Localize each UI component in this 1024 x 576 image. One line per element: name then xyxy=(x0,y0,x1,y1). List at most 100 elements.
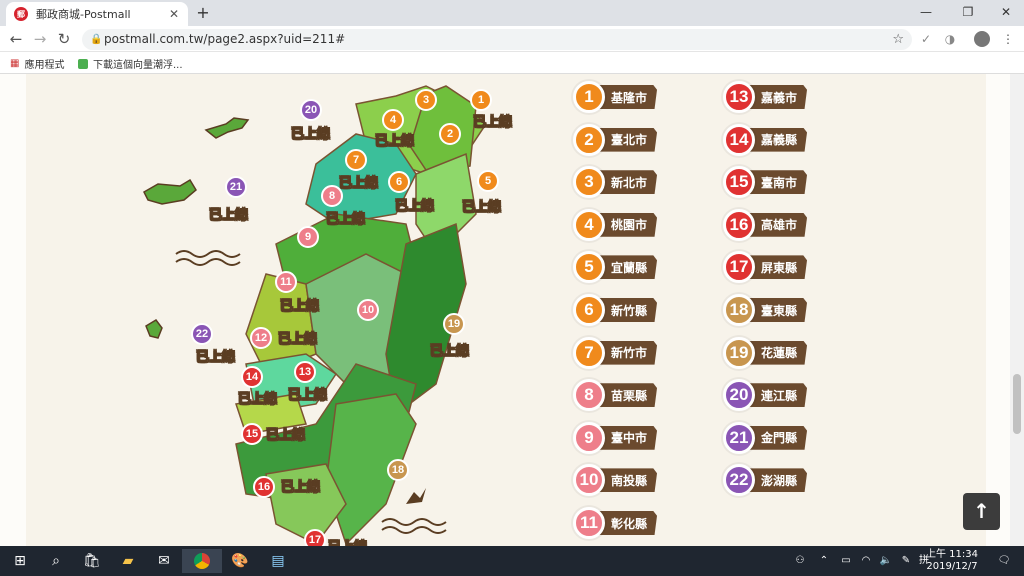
scrollbar-thumb[interactable] xyxy=(1013,374,1021,434)
reload-button[interactable]: ↻ xyxy=(55,30,73,48)
paint-icon[interactable]: 🎨 xyxy=(220,549,260,573)
chrome-icon[interactable] xyxy=(182,549,222,573)
legend-number-badge: 8 xyxy=(573,379,605,412)
map-marker-1[interactable]: 1 xyxy=(470,89,492,111)
legend-item[interactable]: 8 苗栗縣 xyxy=(573,378,658,412)
legend-item[interactable]: 6 新竹縣 xyxy=(573,293,658,327)
map-marker-13[interactable]: 13 xyxy=(294,361,316,383)
battery-icon[interactable]: ▭ xyxy=(836,546,856,576)
notepad-icon[interactable]: ▤ xyxy=(258,549,298,573)
legend-item[interactable]: 16 高雄市 xyxy=(723,208,808,242)
map-marker-17[interactable]: 17 xyxy=(304,529,326,546)
legend-item[interactable]: 1 基隆市 xyxy=(573,80,658,114)
legend-number-badge: 6 xyxy=(573,294,605,326)
legend-number-badge: 1 xyxy=(573,81,605,113)
map-marker-4[interactable]: 4 xyxy=(382,109,404,131)
legend-item[interactable]: 9 臺中市 xyxy=(573,421,658,455)
menu-kebab-icon[interactable]: ⋮ xyxy=(1000,31,1016,47)
mail-icon[interactable]: ✉ xyxy=(144,549,184,573)
map-marker-2[interactable]: 2 xyxy=(439,123,461,145)
legend-item[interactable]: 10 南投縣 xyxy=(573,463,658,497)
legend-item[interactable]: 15 臺南市 xyxy=(723,165,808,199)
legend-item[interactable]: 4 桃園市 xyxy=(573,208,658,242)
wifi-icon[interactable]: ◠ xyxy=(856,546,876,576)
profile-avatar[interactable] xyxy=(974,31,990,47)
map-marker-18[interactable]: 18 xyxy=(387,459,409,481)
map-marker-6[interactable]: 6 xyxy=(388,171,410,193)
legend-item[interactable]: 20 連江縣 xyxy=(723,378,808,412)
bookmark-link[interactable]: 下載這個向量潮浮... xyxy=(78,56,183,71)
legend-item[interactable]: 13 嘉義市 xyxy=(723,80,808,114)
legend-item[interactable]: 11 彰化縣 xyxy=(573,506,658,540)
postmall-favicon-icon: 郵 xyxy=(14,7,28,21)
bookmarks-bar: ▦ 應用程式 下載這個向量潮浮... xyxy=(0,52,1024,74)
chevron-up-icon[interactable]: ⌃ xyxy=(814,546,834,576)
file-explorer-icon[interactable]: ▰ xyxy=(108,549,148,573)
online-label: 已上線 xyxy=(375,134,415,150)
new-tab-button[interactable]: + xyxy=(194,4,212,22)
map-marker-9[interactable]: 9 xyxy=(297,226,319,248)
map-marker-12[interactable]: 12 xyxy=(250,327,272,349)
fish-icon xyxy=(406,488,426,504)
search-icon[interactable]: ⌕ xyxy=(36,549,76,573)
tab-title: 郵政商城-Postmall xyxy=(36,8,131,21)
browser-tab[interactable]: 郵 郵政商城-Postmall ✕ xyxy=(6,2,188,26)
pen-icon[interactable]: ✎ xyxy=(896,546,916,576)
store-icon[interactable]: 🛍 xyxy=(72,549,112,573)
system-clock[interactable]: 上午 11:34 2019/12/7 xyxy=(924,549,980,573)
map-marker-8[interactable]: 8 xyxy=(321,185,343,207)
map-marker-22[interactable]: 22 xyxy=(191,323,213,345)
online-label: 已上線 xyxy=(209,208,249,224)
online-label: 已上線 xyxy=(280,299,320,315)
map-marker-20[interactable]: 20 xyxy=(300,99,322,121)
map-marker-16[interactable]: 16 xyxy=(253,476,275,498)
address-toolbar: ← → ↻ 🔒 postmall.com.tw/page2.aspx?uid=2… xyxy=(0,26,1024,52)
bookmark-label: 下載這個向量潮浮... xyxy=(93,60,183,71)
online-label: 已上線 xyxy=(339,176,379,192)
legend-number-badge: 15 xyxy=(723,166,755,199)
map-marker-7[interactable]: 7 xyxy=(345,149,367,171)
legend-item[interactable]: 2 臺北市 xyxy=(573,123,658,157)
map-marker-3[interactable]: 3 xyxy=(415,89,437,111)
legend-item[interactable]: 18 臺東縣 xyxy=(723,293,808,327)
online-label: 已上線 xyxy=(328,536,368,546)
volume-icon[interactable]: 🔈 xyxy=(876,546,896,576)
legend-item[interactable]: 21 金門縣 xyxy=(723,421,808,455)
map-marker-21[interactable]: 21 xyxy=(225,176,247,198)
forward-button[interactable]: → xyxy=(31,30,49,48)
back-to-top-button[interactable]: ↑ xyxy=(963,493,1000,530)
check-extension-icon[interactable]: ✓ xyxy=(918,31,934,47)
close-window-button[interactable]: ✕ xyxy=(986,0,1024,26)
windows-start-icon[interactable]: ⊞ xyxy=(0,549,40,573)
online-label: 已上線 xyxy=(326,212,366,228)
people-icon[interactable]: ⚇ xyxy=(790,546,810,576)
bookmark-star-icon[interactable]: ☆ xyxy=(892,29,904,50)
legend-item[interactable]: 7 新竹市 xyxy=(573,336,658,370)
online-label: 已上線 xyxy=(238,392,278,408)
map-marker-5[interactable]: 5 xyxy=(477,170,499,192)
minimize-button[interactable]: — xyxy=(906,0,946,26)
map-marker-10[interactable]: 10 xyxy=(357,299,379,321)
notification-icon[interactable]: 🗨 xyxy=(994,546,1014,576)
bookmark-label: 應用程式 xyxy=(24,60,65,71)
legend-number-badge: 2 xyxy=(573,123,605,156)
maximize-button[interactable]: ❐ xyxy=(948,0,988,26)
legend-item[interactable]: 3 新北市 xyxy=(573,165,658,199)
legend-number-badge: 9 xyxy=(573,421,605,454)
map-marker-14[interactable]: 14 xyxy=(241,366,263,388)
map-marker-11[interactable]: 11 xyxy=(275,271,297,293)
clock-date: 2019/12/7 xyxy=(926,561,978,572)
legend-item[interactable]: 14 嘉義縣 xyxy=(723,123,808,157)
map-marker-19[interactable]: 19 xyxy=(443,313,465,335)
tab-close-icon[interactable]: ✕ xyxy=(166,7,182,21)
legend-item[interactable]: 22 澎湖縣 xyxy=(723,463,808,497)
legend-item[interactable]: 17 屏東縣 xyxy=(723,250,808,284)
map-marker-15[interactable]: 15 xyxy=(241,423,263,445)
back-button[interactable]: ← xyxy=(7,30,25,48)
address-bar[interactable]: 🔒 postmall.com.tw/page2.aspx?uid=211# ☆ xyxy=(82,29,912,50)
extension-icon[interactable]: ◑ xyxy=(942,31,958,47)
legend-item[interactable]: 19 花蓮縣 xyxy=(723,336,808,370)
legend-item[interactable]: 5 宜蘭縣 xyxy=(573,250,658,284)
bookmark-apps[interactable]: ▦ 應用程式 xyxy=(10,56,64,71)
page-scrollbar[interactable] xyxy=(1010,74,1024,546)
